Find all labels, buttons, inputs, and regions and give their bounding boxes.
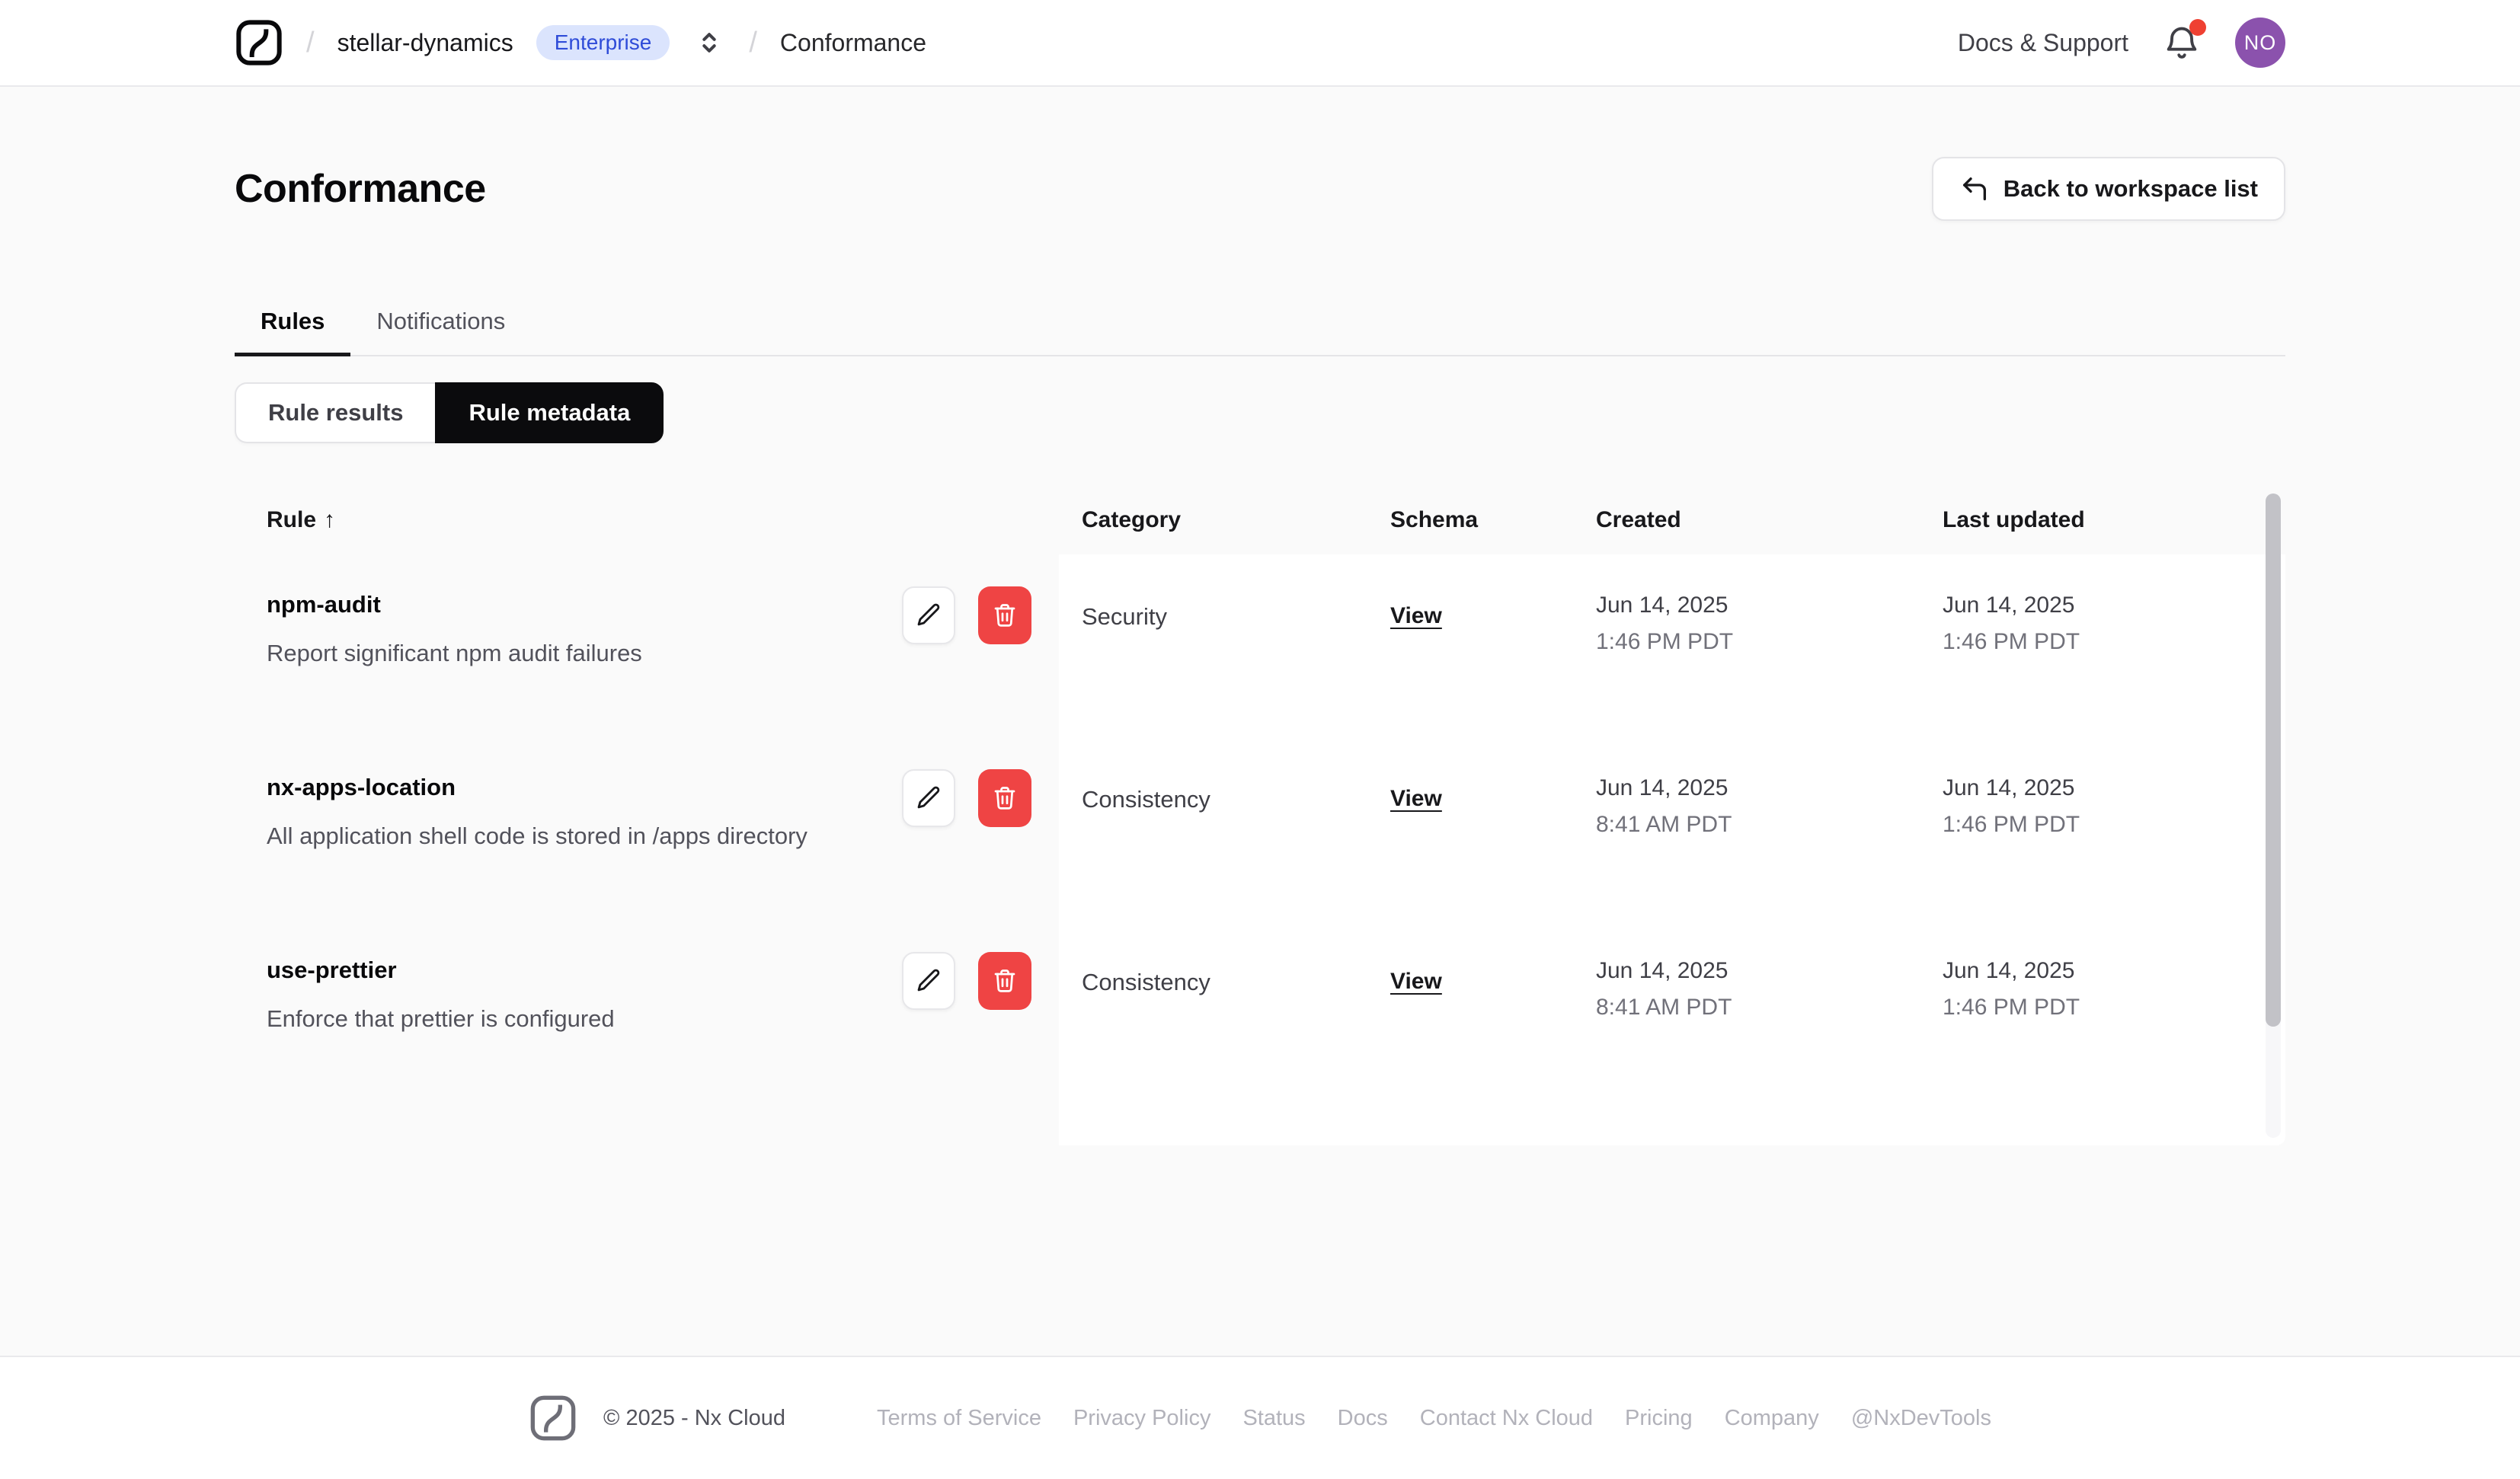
table-row: npm-audit Report significant npm audit f… bbox=[235, 554, 2285, 737]
nx-footer-logo-icon bbox=[530, 1395, 576, 1441]
table-scrollbar-thumb[interactable] bbox=[2266, 494, 2281, 1027]
last-updated-cell: Jun 14, 2025 1:46 PM PDT bbox=[1920, 737, 2285, 920]
breadcrumb-separator: / bbox=[749, 26, 757, 59]
schema-view-link[interactable]: View bbox=[1390, 603, 1442, 628]
pencil-icon bbox=[917, 786, 940, 809]
sort-ascending-icon: ↑ bbox=[324, 507, 336, 532]
workspace-switcher-button[interactable] bbox=[692, 26, 726, 59]
footer: © 2025 - Nx Cloud Terms of Service Priva… bbox=[0, 1356, 2520, 1479]
created-cell: Jun 14, 2025 1:46 PM PDT bbox=[1573, 554, 1920, 737]
last-updated-cell: Jun 14, 2025 1:46 PM PDT bbox=[1920, 554, 2285, 737]
edit-rule-button[interactable] bbox=[902, 769, 955, 827]
created-date: Jun 14, 2025 bbox=[1596, 958, 1729, 983]
chevron-up-down-icon bbox=[702, 33, 717, 53]
footer-link-docs[interactable]: Docs bbox=[1338, 1406, 1388, 1431]
footer-link-privacy[interactable]: Privacy Policy bbox=[1073, 1406, 1211, 1431]
back-to-workspace-list-button[interactable]: Back to workspace list bbox=[1931, 157, 2285, 221]
footer-link-contact[interactable]: Contact Nx Cloud bbox=[1420, 1406, 1593, 1431]
notifications-button[interactable] bbox=[2162, 19, 2206, 63]
footer-link-status[interactable]: Status bbox=[1242, 1406, 1305, 1431]
updated-time: 1:46 PM PDT bbox=[1943, 629, 2080, 654]
top-navbar: / stellar-dynamics Enterprise / Conforma… bbox=[0, 0, 2520, 87]
delete-rule-button[interactable] bbox=[978, 586, 1031, 644]
notification-dot bbox=[2189, 19, 2206, 36]
table-scrollbar-track[interactable] bbox=[2266, 494, 2281, 1138]
nx-cloud-logo-icon[interactable] bbox=[235, 18, 283, 67]
delete-rule-button[interactable] bbox=[978, 952, 1031, 1010]
tab-notifications[interactable]: Notifications bbox=[350, 308, 531, 355]
updated-time: 1:46 PM PDT bbox=[1943, 995, 2080, 1020]
trash-icon bbox=[994, 969, 1015, 992]
created-time: 1:46 PM PDT bbox=[1596, 629, 1734, 654]
breadcrumb-page: Conformance bbox=[779, 28, 927, 56]
rule-category: Security bbox=[1082, 603, 1167, 630]
updated-date: Jun 14, 2025 bbox=[1943, 593, 2075, 618]
toggle-rule-results[interactable]: Rule results bbox=[235, 382, 436, 443]
created-time: 8:41 AM PDT bbox=[1596, 995, 1732, 1020]
delete-rule-button[interactable] bbox=[978, 769, 1031, 827]
page-title: Conformance bbox=[235, 167, 486, 211]
footer-link-company[interactable]: Company bbox=[1725, 1406, 1819, 1431]
edit-rule-button[interactable] bbox=[902, 586, 955, 644]
footer-links: Terms of Service Privacy Policy Status D… bbox=[877, 1406, 1991, 1431]
column-header-last-updated: Last updated bbox=[1943, 507, 2085, 532]
updated-date: Jun 14, 2025 bbox=[1943, 775, 2075, 800]
enterprise-badge: Enterprise bbox=[536, 25, 670, 60]
breadcrumb: / stellar-dynamics Enterprise / Conforma… bbox=[235, 18, 926, 67]
edit-rule-button[interactable] bbox=[902, 952, 955, 1010]
rule-category: Consistency bbox=[1082, 969, 1210, 995]
rules-table: Rule ↑ Category Schema Created Last upda… bbox=[235, 486, 2285, 1145]
avatar[interactable]: NO bbox=[2235, 18, 2285, 68]
copyright-text: © 2025 - Nx Cloud bbox=[603, 1405, 785, 1430]
docs-support-link[interactable]: Docs & Support bbox=[1958, 29, 2128, 57]
column-header-category: Category bbox=[1082, 507, 1182, 532]
created-cell: Jun 14, 2025 8:41 AM PDT bbox=[1573, 737, 1920, 920]
pencil-icon bbox=[917, 603, 940, 626]
main-content: Conformance Back to workspace list Rules… bbox=[0, 87, 2520, 1356]
schema-view-link[interactable]: View bbox=[1390, 786, 1442, 811]
created-cell: Jun 14, 2025 8:41 AM PDT bbox=[1573, 920, 1920, 1103]
last-updated-cell: Jun 14, 2025 1:46 PM PDT bbox=[1920, 920, 2285, 1103]
created-time: 8:41 AM PDT bbox=[1596, 812, 1732, 837]
rule-category: Consistency bbox=[1082, 786, 1210, 813]
schema-view-link[interactable]: View bbox=[1390, 969, 1442, 994]
footer-link-twitter[interactable]: @NxDevTools bbox=[1851, 1406, 1991, 1431]
table-row: nx-apps-location All application shell c… bbox=[235, 737, 2285, 920]
back-button-label: Back to workspace list bbox=[2003, 175, 2258, 202]
table-filler bbox=[235, 1103, 2285, 1145]
toggle-rule-metadata[interactable]: Rule metadata bbox=[435, 382, 664, 443]
trash-icon bbox=[994, 787, 1015, 810]
footer-link-terms[interactable]: Terms of Service bbox=[877, 1406, 1041, 1431]
table-header-row: Rule ↑ Category Schema Created Last upda… bbox=[235, 486, 2285, 554]
column-header-schema: Schema bbox=[1390, 507, 1479, 532]
breadcrumb-workspace[interactable]: stellar-dynamics bbox=[337, 29, 513, 57]
column-header-created: Created bbox=[1596, 507, 1681, 532]
updated-date: Jun 14, 2025 bbox=[1943, 958, 2075, 983]
table-row: use-prettier Enforce that prettier is co… bbox=[235, 920, 2285, 1103]
footer-link-pricing[interactable]: Pricing bbox=[1625, 1406, 1693, 1431]
breadcrumb-separator: / bbox=[306, 26, 315, 59]
rule-view-toggle: Rule results Rule metadata bbox=[235, 382, 664, 443]
created-date: Jun 14, 2025 bbox=[1596, 593, 1729, 618]
created-date: Jun 14, 2025 bbox=[1596, 775, 1729, 800]
pencil-icon bbox=[917, 969, 940, 992]
tab-rules[interactable]: Rules bbox=[235, 308, 351, 356]
corner-up-left-icon bbox=[1962, 177, 1986, 200]
tab-bar: Rules Notifications bbox=[235, 308, 2285, 356]
column-header-rule[interactable]: Rule ↑ bbox=[235, 486, 1059, 554]
trash-icon bbox=[994, 604, 1015, 627]
updated-time: 1:46 PM PDT bbox=[1943, 812, 2080, 837]
